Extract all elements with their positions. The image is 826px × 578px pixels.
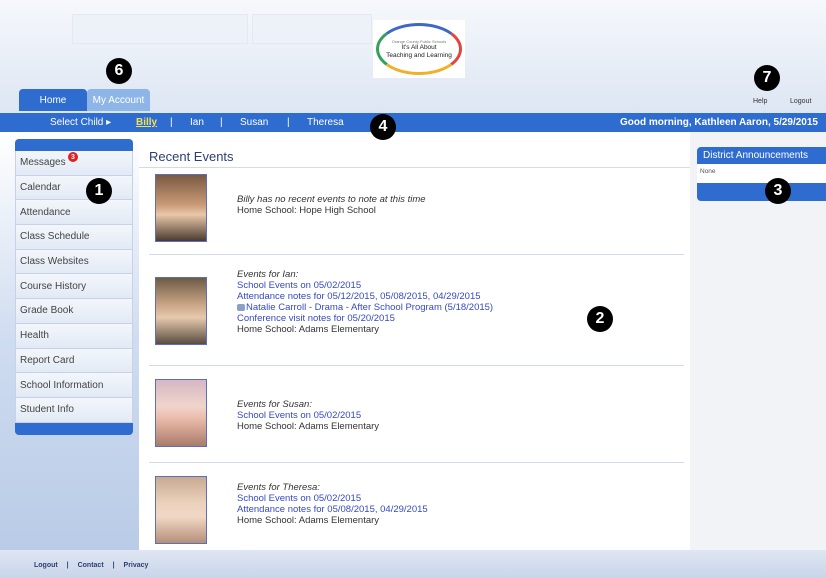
home-school: Home School: Hope High School [237, 205, 376, 216]
page-title: Recent Events [149, 149, 234, 164]
child-selector-bar: Select Child ▸ Billy | Ian | Susan | The… [0, 113, 826, 132]
recent-events-panel: Recent Events Billy has no recent events… [139, 132, 690, 550]
tab-home[interactable]: Home [19, 89, 87, 111]
footer-contact-link[interactable]: Contact [78, 562, 104, 569]
select-child-label: Select Child ▸ [50, 117, 112, 128]
child-link-theresa[interactable]: Theresa [307, 117, 344, 128]
sidebar-item-label: Course History [20, 280, 87, 292]
sidebar-item-label: School Information [20, 379, 104, 391]
sidebar-item-grade-book[interactable]: Grade Book [15, 299, 133, 324]
event-block-billy: Billy has no recent events to note at th… [237, 194, 426, 216]
announcements-body: None [697, 164, 826, 183]
greeting-text: Good morning, Kathleen Aaron, 5/29/2015 [619, 117, 818, 128]
header-banner-left [72, 14, 248, 44]
district-logo[interactable]: Orange County Public Schools It's All Ab… [373, 20, 465, 78]
footer-separator: | [66, 562, 69, 569]
event-heading: Billy has no recent events to note at th… [237, 194, 426, 205]
sidebar-item-attendance[interactable]: Attendance [15, 200, 133, 226]
student-photo-susan [155, 379, 207, 447]
footer-separator: | [112, 562, 115, 569]
announcements-footer [697, 183, 826, 201]
sidebar-bottom-cap [15, 422, 133, 435]
home-school: Home School: Adams Elementary [237, 515, 380, 526]
sidebar-item-student-info[interactable]: Student Info [15, 397, 133, 423]
event-heading: Events for Ian: [237, 269, 299, 280]
sidebar-item-course-history[interactable]: Course History [15, 274, 133, 300]
callout-4: 4 [370, 114, 396, 140]
footer-logout-link[interactable]: Logout [34, 562, 58, 569]
home-school: Home School: Adams Elementary [237, 324, 380, 335]
sidebar-item-class-schedule[interactable]: Class Schedule [15, 225, 133, 250]
student-photo-theresa [155, 476, 207, 544]
home-school: Home School: Adams Elementary [237, 421, 380, 432]
logo-line1: It's All About [401, 43, 437, 51]
message-count-badge: 3 [68, 152, 78, 162]
title-divider [139, 167, 690, 168]
announcements-panel: District Announcements None [690, 132, 826, 550]
event-divider [149, 365, 684, 366]
sidebar-item-messages[interactable]: Messages 3 [15, 151, 133, 176]
child-link-billy[interactable]: Billy [136, 117, 157, 128]
event-divider [149, 462, 684, 463]
footer-privacy-link[interactable]: Privacy [124, 562, 149, 569]
event-link-conference[interactable]: Natalie Carroll - Drama - After School P… [237, 302, 493, 313]
callout-6: 6 [106, 58, 132, 84]
header-banner-right [252, 14, 372, 44]
sidebar-item-label: Health [20, 330, 49, 342]
sidebar-item-label: Calendar [20, 182, 61, 194]
sidebar-nav: Messages 3 Calendar Attendance Class Sch… [15, 139, 133, 435]
sidebar-item-health[interactable]: Health [15, 323, 133, 349]
person-icon [237, 303, 245, 311]
sidebar-top-cap [15, 139, 133, 151]
event-link[interactable]: Conference visit notes for 05/20/2015 [237, 313, 493, 324]
sidebar-item-label: Attendance [20, 206, 71, 218]
event-block-theresa: Events for Theresa: School Events on 05/… [237, 482, 428, 526]
event-block-susan: Events for Susan: School Events on 05/02… [237, 399, 379, 432]
sidebar-item-report-card[interactable]: Report Card [15, 348, 133, 374]
student-photo-billy [155, 174, 207, 242]
announcements-title: District Announcements [697, 147, 826, 164]
event-divider [149, 254, 684, 255]
logo-line2: Teaching and Learning [386, 51, 452, 59]
callout-2: 2 [587, 306, 613, 332]
callout-7: 7 [754, 65, 780, 91]
student-photo-ian [155, 277, 207, 345]
sidebar-item-label: Report Card [20, 354, 75, 366]
child-separator: | [287, 117, 290, 128]
event-heading: Events for Susan: [237, 399, 312, 410]
sidebar-item-label: Student Info [20, 404, 74, 416]
callout-1: 1 [86, 178, 112, 204]
footer-links: Logout | Contact | Privacy [34, 562, 155, 569]
event-heading: Events for Theresa: [237, 482, 320, 493]
footer: Logout | Contact | Privacy [0, 550, 826, 578]
tab-my-account[interactable]: My Account [87, 89, 150, 111]
event-link[interactable]: School Events on 05/02/2015 [237, 493, 428, 504]
sidebar-item-class-websites[interactable]: Class Websites [15, 249, 133, 275]
callout-3: 3 [765, 178, 791, 204]
child-separator: | [220, 117, 223, 128]
child-link-ian[interactable]: Ian [190, 117, 204, 128]
event-link[interactable]: Attendance notes for 05/12/2015, 05/08/2… [237, 291, 493, 302]
sidebar-item-calendar[interactable]: Calendar [15, 175, 133, 201]
event-link-text: Natalie Carroll - Drama - After School P… [246, 302, 494, 313]
sidebar-item-school-information[interactable]: School Information [15, 373, 133, 398]
sidebar-item-label: Messages [20, 157, 66, 169]
logout-link[interactable]: Logout [790, 98, 811, 105]
child-separator: | [170, 117, 173, 128]
event-link[interactable]: Attendance notes for 05/08/2015, 04/29/2… [237, 504, 428, 515]
sidebar-item-label: Grade Book [20, 305, 74, 317]
sidebar-item-label: Class Websites [20, 256, 89, 268]
child-link-susan[interactable]: Susan [240, 117, 268, 128]
header: Orange County Public Schools It's All Ab… [0, 0, 826, 113]
help-link[interactable]: Help [753, 98, 767, 105]
event-link[interactable]: School Events on 05/02/2015 [237, 280, 493, 291]
sidebar-item-label: Class Schedule [20, 231, 90, 243]
event-link[interactable]: School Events on 05/02/2015 [237, 410, 379, 421]
event-block-ian: Events for Ian: School Events on 05/02/2… [237, 269, 493, 335]
logo-ring: Orange County Public Schools It's All Ab… [376, 23, 462, 75]
